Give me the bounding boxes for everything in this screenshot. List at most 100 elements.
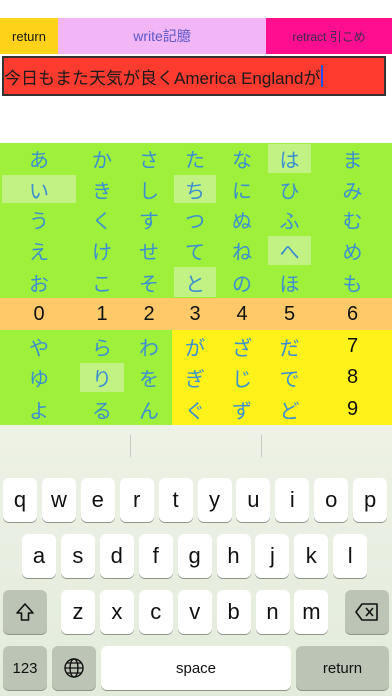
kana-key[interactable]: さ (126, 143, 172, 174)
text-field[interactable]: 今日もまた天気が良くAmerica Englandが (2, 56, 386, 96)
key-h[interactable]: h (216, 534, 251, 578)
kana-key[interactable]: の (218, 266, 266, 298)
kana-key[interactable]: に (218, 174, 266, 204)
key-a[interactable]: a (22, 534, 56, 578)
key-f[interactable]: f (138, 534, 173, 578)
kana-key[interactable]: う (0, 204, 78, 235)
kana-key[interactable]: み (313, 174, 392, 204)
key-j[interactable]: j (255, 534, 290, 578)
key-m[interactable]: m (294, 590, 329, 634)
kana-key[interactable]: ざ (218, 330, 266, 362)
kana-key[interactable]: ゆ (0, 362, 78, 393)
kana-key[interactable]: を (126, 362, 172, 393)
key-l[interactable]: l (333, 534, 368, 578)
kana-key[interactable]: お (0, 266, 78, 298)
kana-key[interactable]: ど (266, 393, 313, 425)
kana-key[interactable]: い (0, 174, 78, 204)
kana-key[interactable]: は (266, 143, 313, 174)
kana-key[interactable]: わ (126, 330, 172, 362)
key-q[interactable]: q (3, 478, 37, 522)
key-x[interactable]: x (99, 590, 134, 634)
kana-key[interactable]: と (172, 266, 218, 298)
kana-key[interactable]: か (78, 143, 126, 174)
digit-key[interactable]: 1 (78, 298, 126, 330)
return-button[interactable]: return (0, 18, 58, 54)
kana-grid: あかさたなはまいきしちにひみうくすつぬふむえけせてねへめおこそとのほも 01234… (0, 143, 392, 425)
key-b[interactable]: b (216, 590, 251, 634)
kana-key[interactable]: ほ (266, 266, 313, 298)
kana-key[interactable]: つ (172, 204, 218, 235)
kana-key[interactable]: ら (78, 330, 126, 362)
kana-key[interactable]: め (313, 235, 392, 266)
kana-key[interactable]: こ (78, 266, 126, 298)
digit-key[interactable]: 9 (313, 393, 392, 425)
kana-key[interactable]: じ (218, 362, 266, 393)
kana-key[interactable]: あ (0, 143, 78, 174)
key-c[interactable]: c (138, 590, 173, 634)
key-n[interactable]: n (255, 590, 290, 634)
kana-key[interactable]: ひ (266, 174, 313, 204)
key-u[interactable]: u (236, 478, 271, 522)
write-button[interactable]: write記臆 (58, 18, 266, 54)
digit-key[interactable]: 8 (313, 362, 392, 393)
return-key[interactable]: return (296, 646, 389, 690)
key-g[interactable]: g (177, 534, 212, 578)
key-e[interactable]: e (80, 478, 115, 522)
kana-key[interactable]: や (0, 330, 78, 362)
kana-key[interactable]: て (172, 235, 218, 266)
kana-key[interactable]: ぎ (172, 362, 218, 393)
kana-key[interactable]: ね (218, 235, 266, 266)
shift-key[interactable] (3, 590, 47, 634)
kana-key[interactable]: も (313, 266, 392, 298)
key-s[interactable]: s (60, 534, 95, 578)
kana-key[interactable]: え (0, 235, 78, 266)
digit-key[interactable]: 5 (266, 298, 313, 330)
key-y[interactable]: y (197, 478, 232, 522)
kana-key[interactable]: た (172, 143, 218, 174)
kana-key[interactable]: ち (172, 174, 218, 204)
kana-key[interactable]: で (266, 362, 313, 393)
space-key[interactable]: space (101, 646, 291, 690)
kana-key[interactable]: へ (266, 235, 313, 266)
key-d[interactable]: d (99, 534, 134, 578)
kana-key[interactable]: ず (218, 393, 266, 425)
globe-key[interactable] (52, 646, 96, 690)
key-t[interactable]: t (158, 478, 193, 522)
kana-key[interactable]: ふ (266, 204, 313, 235)
key-r[interactable]: r (119, 478, 154, 522)
key-k[interactable]: k (294, 534, 329, 578)
key-i[interactable]: i (275, 478, 310, 522)
kana-key[interactable]: り (78, 362, 126, 393)
kana-key[interactable]: そ (126, 266, 172, 298)
kana-key[interactable]: け (78, 235, 126, 266)
key-p[interactable]: p (353, 478, 388, 522)
kana-key[interactable]: む (313, 204, 392, 235)
digit-key[interactable]: 7 (313, 330, 392, 362)
digit-key[interactable]: 4 (218, 298, 266, 330)
kana-key[interactable]: ま (313, 143, 392, 174)
kana-key[interactable]: し (126, 174, 172, 204)
key-w[interactable]: w (41, 478, 76, 522)
retract-button[interactable]: retract 引こめ (266, 18, 392, 54)
kana-key[interactable]: ぐ (172, 393, 218, 425)
kana-key[interactable]: せ (126, 235, 172, 266)
kana-key[interactable]: よ (0, 393, 78, 425)
digit-key[interactable]: 3 (172, 298, 218, 330)
digit-key[interactable]: 6 (313, 298, 392, 330)
kana-key[interactable]: る (78, 393, 126, 425)
digit-key[interactable]: 2 (126, 298, 172, 330)
kana-key[interactable]: な (218, 143, 266, 174)
kana-key[interactable]: き (78, 174, 126, 204)
key-z[interactable]: z (61, 590, 95, 634)
kana-key[interactable]: く (78, 204, 126, 235)
kana-key[interactable]: す (126, 204, 172, 235)
kana-key[interactable]: ん (126, 393, 172, 425)
key-o[interactable]: o (314, 478, 349, 522)
numbers-key[interactable]: 123 (3, 646, 47, 690)
digit-key[interactable]: 0 (0, 298, 78, 330)
key-v[interactable]: v (177, 590, 212, 634)
kana-key[interactable]: ぬ (218, 204, 266, 235)
kana-key[interactable]: が (172, 330, 218, 362)
kana-key[interactable]: だ (266, 330, 313, 362)
backspace-key[interactable] (345, 590, 389, 634)
